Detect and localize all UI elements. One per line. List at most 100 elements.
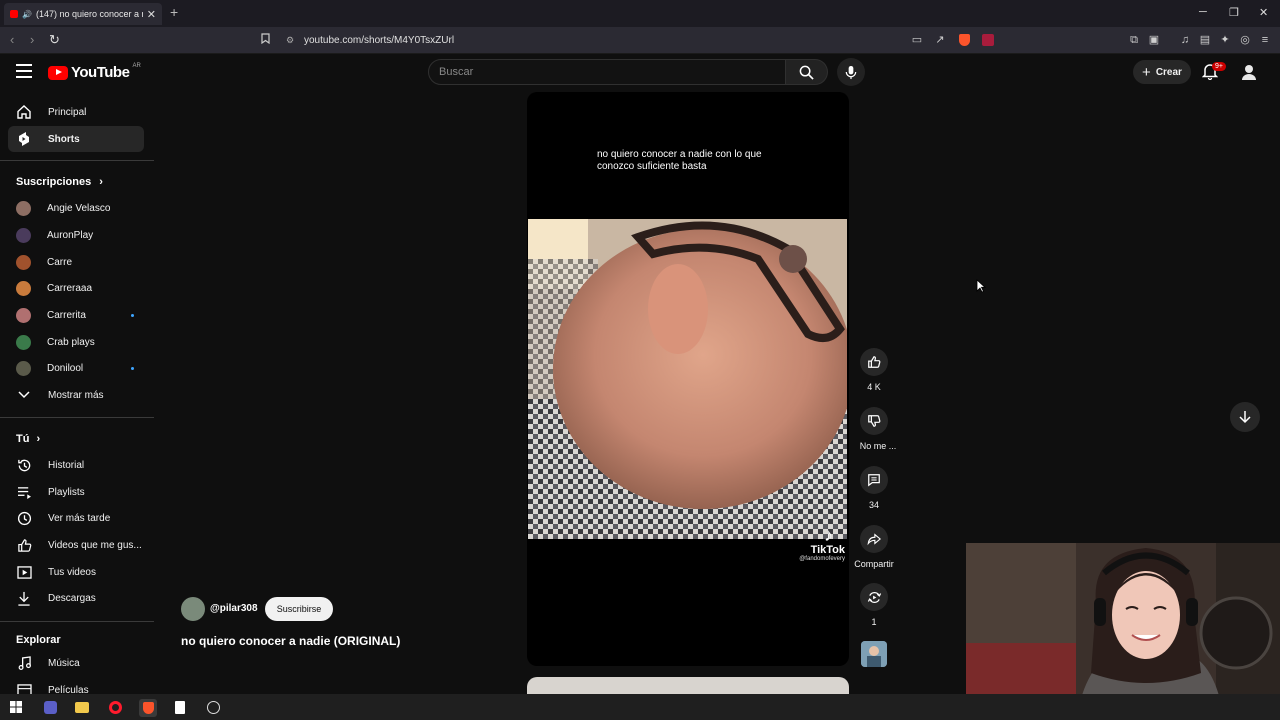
brave-browser-icon[interactable] [139, 699, 157, 717]
sidebar-item-subscription[interactable]: Carreraaa [8, 275, 144, 301]
window-close-icon[interactable]: ✕ [1259, 6, 1268, 19]
restore-icon[interactable]: ❐ [1229, 6, 1239, 19]
windows-start-icon[interactable] [8, 699, 24, 715]
dislike-button[interactable] [860, 407, 888, 435]
chevron-down-icon [16, 387, 32, 403]
subscriptions-heading[interactable]: Suscripciones › [16, 176, 103, 188]
voice-search-button[interactable] [837, 58, 865, 86]
share-page-icon[interactable]: ↗ [933, 33, 947, 47]
sidebar-item-music[interactable]: Música [8, 650, 144, 676]
forward-icon[interactable]: › [30, 32, 34, 47]
opera-icon[interactable] [107, 699, 123, 715]
sidebar-item-watch-later[interactable]: Ver más tarde [8, 505, 144, 531]
thumbs-down-icon [868, 415, 881, 427]
close-tab-icon[interactable]: ✕ [147, 8, 156, 21]
sidebar-item-label: Donilool [47, 362, 84, 374]
leo-ai-icon[interactable]: ✦ [1218, 33, 1232, 47]
sidebar-item-history[interactable]: Historial [8, 452, 144, 478]
media-icon[interactable]: ♫ [1178, 33, 1192, 47]
comment-count: 34 [868, 500, 879, 510]
youtube-favicon-icon [10, 10, 18, 18]
you-heading[interactable]: Tú › [16, 433, 40, 445]
search-input[interactable]: Buscar [428, 59, 786, 85]
hamburger-menu-icon[interactable] [16, 64, 32, 78]
sidebar-item-label: Descargas [48, 592, 96, 604]
sidebar-item-downloads[interactable]: Descargas [8, 585, 144, 611]
bookmark-icon[interactable] [258, 33, 272, 47]
channel-name[interactable]: @pilar308 [210, 603, 258, 614]
browser-tab[interactable]: 🔊 (147) no quiero conocer a nadie ✕ [4, 3, 162, 25]
search-button[interactable] [786, 59, 828, 85]
sidebar-item-liked-videos[interactable]: Videos que me gus... [8, 532, 144, 558]
next-video-button[interactable] [1230, 402, 1260, 432]
tiktok-logo-icon: ♪ [824, 525, 833, 545]
sidebar-item-label: Carrerita [47, 309, 86, 321]
remix-button[interactable] [860, 583, 888, 611]
sidebar-item-subscription[interactable]: AuronPlay [8, 222, 144, 248]
account-avatar[interactable] [1240, 63, 1258, 81]
subscribe-button[interactable]: Suscribirse [265, 597, 333, 621]
wallet-icon[interactable]: ▤ [1198, 33, 1212, 47]
reload-icon[interactable]: ↻ [49, 32, 60, 48]
browser-menu-icon[interactable]: ≡ [1258, 33, 1272, 47]
sidebar-item-label: AuronPlay [47, 229, 94, 241]
channel-avatar [16, 227, 31, 243]
like-count: 4 K [867, 382, 881, 392]
playlists-icon [16, 484, 32, 500]
watermark-brand: TikTok [810, 544, 845, 556]
microphone-icon [845, 65, 857, 79]
show-more-button[interactable]: Mostrar más [8, 382, 144, 408]
notification-badge: 9+ [1212, 62, 1226, 71]
share-label: Compartir [854, 559, 894, 569]
obs-icon[interactable] [205, 699, 221, 715]
shorts-video-player[interactable]: no quiero conocer a nadie con lo que con… [527, 92, 849, 666]
watermark-handle: @fandomofevery [799, 556, 845, 562]
explore-heading: Explorar [16, 634, 61, 646]
like-button[interactable] [860, 348, 888, 376]
url-text: youtube.com/shorts/M4Y0TsxZUrl [304, 34, 455, 46]
sidebar-item-subscription[interactable]: Carrerita [8, 302, 144, 328]
minimize-icon[interactable]: ─ [1199, 6, 1207, 18]
sidebar-item-label: Crab plays [47, 336, 95, 348]
sidebar-item-shorts[interactable]: Shorts [8, 126, 144, 152]
sidebar-item-label: Música [48, 657, 80, 669]
remix-icon [867, 591, 881, 603]
vpn-icon[interactable]: ◎ [1238, 33, 1252, 47]
taskbar [0, 694, 1280, 720]
sidebar-item-label: Carreraaa [47, 282, 93, 294]
channel-avatar[interactable] [181, 597, 205, 621]
dislike-label: No me ... [859, 441, 897, 451]
sidebar-item-subscription[interactable]: Donilool [8, 355, 144, 381]
channel-avatar [16, 334, 31, 350]
back-icon[interactable]: ‹ [10, 32, 14, 47]
notepad-icon[interactable] [172, 699, 188, 715]
sidebar-item-subscription[interactable]: Carre [8, 249, 144, 275]
url-field[interactable]: ⚙ youtube.com/shorts/M4Y0TsxZUrl [282, 30, 1002, 50]
sidebar-item-subscription[interactable]: Angie Velasco [8, 195, 144, 221]
sidebar-item-label: Mostrar más [48, 389, 104, 401]
brave-shield-icon[interactable] [957, 33, 971, 47]
site-info-icon[interactable]: ⚙ [286, 35, 294, 46]
new-tab-button[interactable]: + [170, 4, 178, 20]
extensions-icon[interactable]: ⧉ [1127, 33, 1141, 47]
sidebar-item-subscription[interactable]: Crab plays [8, 329, 144, 355]
share-icon [867, 533, 881, 546]
file-explorer-icon[interactable] [74, 699, 90, 715]
video-frame[interactable] [528, 219, 847, 539]
brave-rewards-icon[interactable] [981, 33, 995, 47]
sidebar-item-playlists[interactable]: Playlists [8, 479, 144, 505]
sound-thumbnail[interactable] [861, 641, 887, 667]
comments-button[interactable] [860, 466, 888, 494]
sidebar-item-principal[interactable]: Principal [8, 99, 144, 125]
create-button[interactable]: + Crear [1133, 60, 1191, 84]
clock-icon [16, 510, 32, 526]
cast-icon[interactable]: ▭ [910, 33, 924, 47]
sidebar-panel-icon[interactable]: ▣ [1147, 33, 1161, 47]
sidebar-item-label: Historial [48, 459, 85, 471]
sidebar-item-label: Videos que me gus... [48, 539, 142, 551]
sidebar-item-your-videos[interactable]: Tus videos [8, 559, 144, 585]
app-icon[interactable] [42, 699, 58, 715]
share-button[interactable] [860, 525, 888, 553]
youtube-logo[interactable]: YouTube AR [48, 63, 141, 81]
thumbs-up-icon [868, 356, 881, 368]
